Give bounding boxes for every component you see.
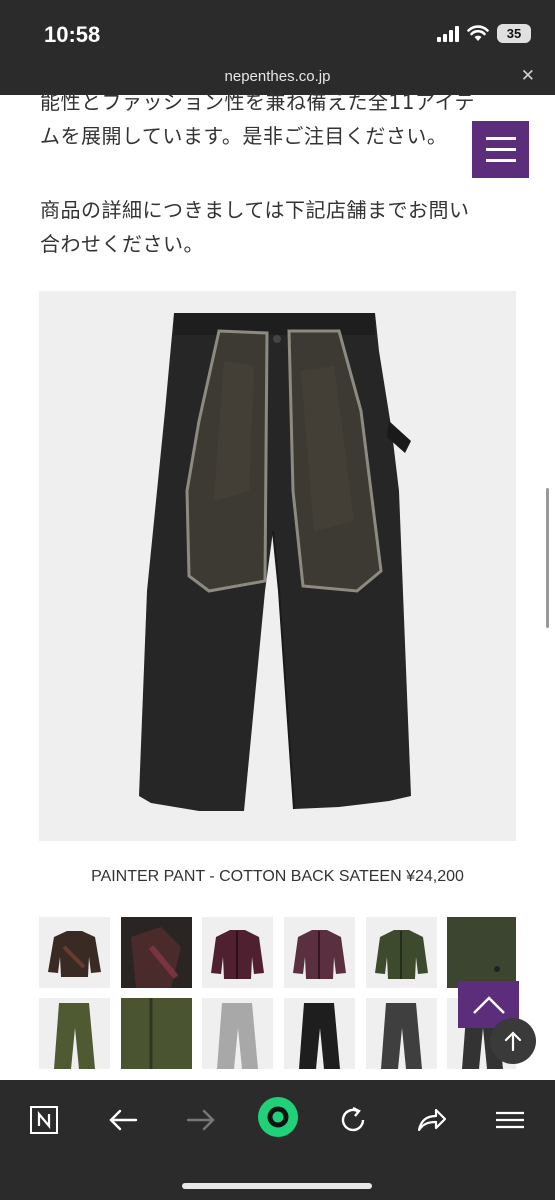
wifi-icon [467, 25, 489, 41]
green-circle-icon[interactable] [257, 1096, 299, 1138]
status-icons: 35 [437, 24, 531, 43]
chevron-up-icon [472, 995, 505, 1014]
status-time: 10:58 [44, 22, 101, 47]
browser-top-bar: 10:58 35 nepenthes.co.jp ✕ [0, 0, 555, 95]
close-icon[interactable]: ✕ [521, 66, 535, 86]
article-paragraph: 能性とファッション性を兼ね備えた全11アイテムを展開しています。是非ご注目くださ… [40, 90, 476, 148]
thumbnail-jacket-olive[interactable] [366, 917, 437, 988]
thumbnail-pant-olive-detail[interactable] [121, 998, 192, 1069]
forward-arrow-icon[interactable] [181, 1100, 221, 1140]
hamburger-icon[interactable] [490, 1100, 530, 1140]
browser-bottom-toolbar [0, 1080, 555, 1200]
hamburger-line [485, 148, 516, 151]
thumbnail-jacket-purple[interactable] [284, 917, 355, 988]
hamburger-line [485, 137, 516, 140]
thumbnail-pant-grey[interactable] [202, 998, 273, 1069]
menu-button[interactable] [472, 121, 529, 178]
url-bar[interactable]: nepenthes.co.jp [0, 68, 555, 85]
reload-icon[interactable] [333, 1100, 373, 1140]
thumbnail-pant-olive[interactable] [39, 998, 110, 1069]
share-icon[interactable] [411, 1100, 451, 1140]
thumbnail-pant-charcoal[interactable] [366, 998, 437, 1069]
hamburger-line [485, 159, 516, 162]
article-paragraph: 商品の詳細につきましては下記店舗までお問い合わせください。 [40, 198, 470, 256]
battery-icon: 35 [497, 24, 531, 43]
naver-n-icon[interactable] [24, 1100, 64, 1140]
browser-scroll-top-button[interactable] [490, 1018, 536, 1064]
thumbnail-jacket-maroon[interactable] [202, 917, 273, 988]
page-scrollbar[interactable] [546, 488, 549, 628]
product-caption: PAINTER PANT - COTTON BACK SATEEN ¥24,20… [91, 868, 464, 885]
thumbnail-jacket-brown[interactable] [39, 917, 110, 988]
thumbnail-pant-black[interactable] [284, 998, 355, 1069]
product-image[interactable] [39, 291, 516, 841]
thumbnail-bag-olive[interactable] [447, 917, 516, 988]
back-arrow-icon[interactable] [103, 1100, 143, 1140]
home-indicator[interactable] [182, 1183, 372, 1189]
arrow-up-icon [504, 1031, 522, 1052]
thumbnail-jacket-detail[interactable] [121, 917, 192, 988]
signal-icon [437, 25, 459, 42]
